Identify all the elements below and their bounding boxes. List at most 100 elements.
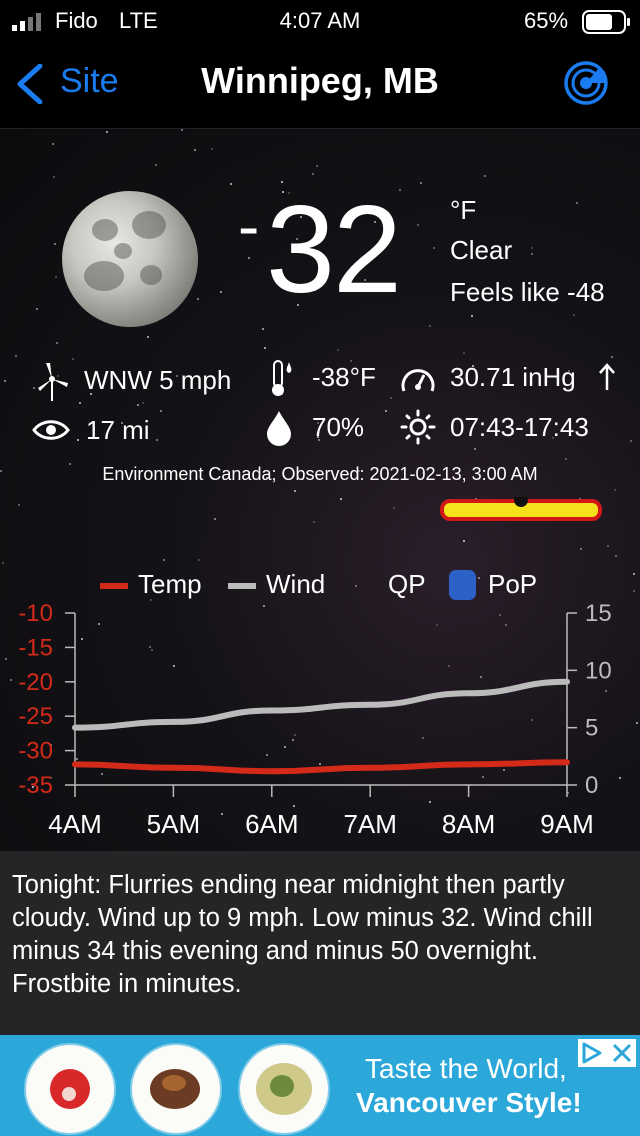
x-tick-label: 4AM [48, 809, 101, 839]
x-tick-label: 6AM [245, 809, 298, 839]
ad-subheadline: Vancouver Style! [356, 1087, 582, 1118]
temp-legend-swatch [100, 583, 128, 589]
pop-legend-swatch [449, 570, 476, 600]
star [262, 328, 264, 330]
star [614, 489, 616, 491]
star [340, 498, 342, 500]
star [142, 402, 144, 404]
feels-like: Feels like -48 [450, 277, 605, 307]
pop-legend-label: PoP [488, 569, 538, 599]
star [633, 573, 635, 575]
hourly-chart: -10 -15 -20 -25 -30 -35 15 10 5 0 4AM 5AM 6AM 7AM 8AM 9… [18, 600, 612, 839]
y-left-tick-label: -35 [18, 772, 53, 799]
temperature-value: 32 [266, 181, 402, 319]
x-tick-label: 5AM [147, 809, 200, 839]
star [633, 590, 635, 592]
adchoices-badge[interactable] [578, 1039, 636, 1067]
alert-marker-icon [514, 497, 528, 507]
star [316, 165, 318, 167]
star [137, 404, 139, 406]
star [155, 164, 157, 166]
star [390, 397, 392, 399]
y-right-tick-label: 5 [585, 715, 598, 742]
battery-icon [582, 10, 630, 34]
visibility-value: 17 mi [86, 415, 150, 445]
star [474, 448, 476, 450]
temperature-unit: °F [450, 195, 477, 225]
ad-banner[interactable]: Taste the World, Vancouver Style! [0, 1035, 640, 1136]
forecast-panel: Tonight: Flurries ending near midnight t… [0, 851, 640, 1035]
y-right-tick-label: 15 [585, 600, 612, 627]
star [312, 173, 314, 175]
star [163, 559, 165, 561]
dewpoint-value: -38°F [312, 362, 376, 392]
wind-turbine-icon [38, 363, 68, 401]
arrow-up-icon [599, 363, 615, 390]
observation-source: Environment Canada; Observed: 2021-02-13… [102, 464, 538, 484]
adchoices-icon [582, 1042, 632, 1064]
star [55, 276, 57, 278]
star [72, 358, 74, 360]
radar-icon[interactable] [563, 60, 609, 106]
star [471, 315, 473, 317]
dish-image-2 [132, 1045, 220, 1133]
star [313, 521, 315, 523]
star [4, 380, 6, 382]
y-right-tick-label: 10 [585, 657, 612, 684]
star [420, 182, 422, 184]
dish-image-3 [240, 1045, 328, 1133]
wind-legend-label: Wind [266, 569, 326, 599]
star [198, 559, 200, 561]
star [181, 129, 183, 131]
x-tick-label: 8AM [442, 809, 495, 839]
thermometer-icon [272, 360, 292, 396]
star [211, 148, 213, 150]
star [429, 325, 431, 327]
droplet-icon [267, 411, 291, 446]
star [156, 439, 158, 441]
x-tick-label: 7AM [343, 809, 396, 839]
wind-value: WNW 5 mph [84, 365, 232, 395]
star [565, 458, 567, 460]
y-left-tick-label: -20 [18, 669, 53, 696]
star [194, 149, 196, 151]
star [573, 314, 575, 316]
star [18, 504, 20, 506]
temperature-sign: - [238, 190, 260, 262]
y-right-tick-label: 0 [585, 772, 598, 799]
qp-legend-label: QP [388, 569, 426, 599]
star [531, 253, 533, 255]
star [337, 349, 339, 351]
star [576, 202, 578, 204]
current-conditions: - 32 °F Clear Feels like -48 WNW 5 mph -… [0, 129, 640, 851]
star [294, 490, 296, 492]
star [15, 355, 17, 357]
star [147, 336, 149, 338]
forecast-text: Tonight: Flurries ending near midnight t… [12, 871, 593, 998]
star [463, 352, 465, 354]
star [54, 243, 56, 245]
star [393, 507, 395, 509]
star [385, 410, 387, 412]
star [230, 183, 232, 185]
star [33, 387, 35, 389]
star [160, 410, 162, 412]
star [531, 247, 533, 249]
page-title: Winnipeg, MB [201, 60, 439, 101]
star [433, 247, 435, 249]
star [355, 585, 357, 587]
nav-bar: Site Winnipeg, MB [0, 44, 640, 129]
star [77, 439, 79, 441]
wind-legend-swatch [228, 583, 256, 589]
alert-banner[interactable] [440, 497, 602, 521]
star [52, 143, 54, 145]
star [36, 308, 38, 310]
pressure-value: 30.71 inHg [450, 362, 576, 392]
star [607, 545, 609, 547]
y-left-tick-label: -25 [18, 703, 53, 730]
star [197, 298, 199, 300]
condition-text: Clear [450, 235, 513, 265]
wind-series-line [72, 678, 570, 731]
battery-percent: 65% [524, 8, 569, 33]
y-left-tick-label: -10 [18, 600, 53, 627]
